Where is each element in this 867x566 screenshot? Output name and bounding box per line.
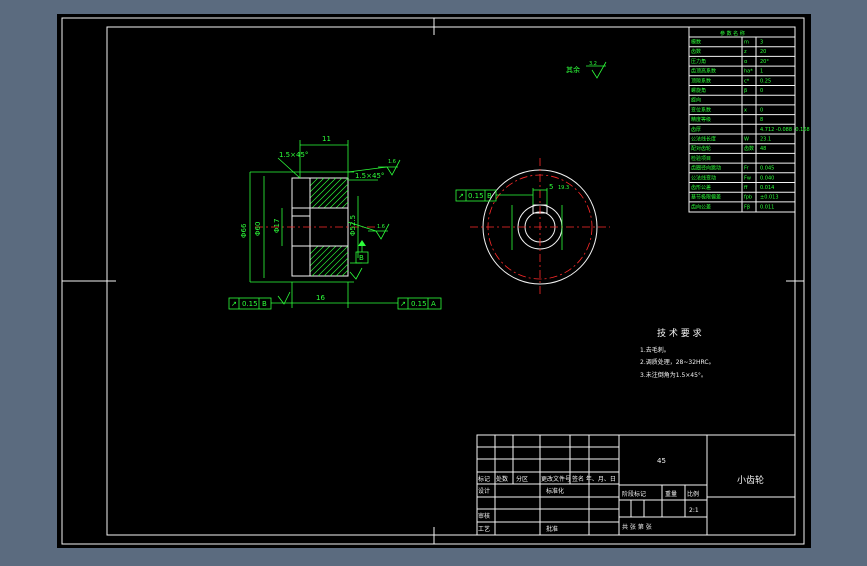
param-name: 精度等级 <box>691 116 711 123</box>
tb-stage-mark: 阶段标记 <box>622 490 646 498</box>
drawing-title: 小齿轮 <box>737 474 764 486</box>
tb-standard: 标准化 <box>546 487 564 495</box>
param-value: 0.25 <box>760 78 771 84</box>
root-dia-text: Φ52.5 <box>349 215 357 236</box>
keyway-text: 5 <box>549 183 553 191</box>
tol-top-value: 0.15 <box>468 192 484 200</box>
param-name: 齿向公差 <box>691 203 711 210</box>
param-value: 20 <box>760 49 766 55</box>
param-symbol: z <box>744 49 747 55</box>
param-symbol: c* <box>744 78 750 84</box>
tech-heading: 技 术 要 求 <box>657 327 702 339</box>
param-value: 0.040 <box>760 175 774 181</box>
tb-change-no: 更改文件号 <box>541 475 571 483</box>
drawing-sheet <box>57 14 811 548</box>
param-symbol: m <box>744 40 749 46</box>
param-symbol: x <box>744 107 747 113</box>
tb-approve: 批准 <box>546 525 558 533</box>
tol-left-ref: B <box>262 300 267 308</box>
tol-top-symbol: ↗ <box>458 192 464 200</box>
tb-count: 处数 <box>496 475 508 483</box>
bore-dia-text: Φ17 <box>273 219 281 233</box>
param-symbol: fpb <box>744 195 752 201</box>
param-name: 变位系数 <box>691 106 711 113</box>
param-name: 齿数 <box>691 48 701 55</box>
tol-top-ref: B <box>487 192 492 200</box>
param-name: 公法线变动 <box>691 174 716 181</box>
param-value: 23.1 <box>760 137 771 143</box>
tol-right-ref: A <box>431 300 436 308</box>
param-name: 检验项目 <box>691 155 711 162</box>
tb-zone: 分区 <box>516 475 528 483</box>
param-name: 螺旋角 <box>691 87 706 94</box>
param-name: 公法线长度 <box>691 136 716 143</box>
drawing-canvas: 11 1.5×45° 1.5×45° 1.6 1.6 Φ66 Φ60 Φ17 Φ… <box>0 0 867 562</box>
param-value: 4.712 -0.088 -0.168 <box>760 127 810 133</box>
param-value: 0.045 <box>760 166 774 172</box>
tb-sign-date: 签名 年、月、日 <box>572 475 616 483</box>
param-value: 1 <box>760 69 763 75</box>
tb-designer: 设计 <box>478 487 490 495</box>
tb-scale-value: 2:1 <box>689 507 699 514</box>
datum-b-label: B <box>359 254 364 262</box>
param-name: 配对齿轮 <box>691 145 711 152</box>
hub-len-text: 16 <box>316 294 325 302</box>
tol-right-symbol: ↗ <box>400 300 406 308</box>
chamfer-note-2: 1.5×45° <box>355 172 384 180</box>
tb-review: 审核 <box>478 512 490 520</box>
tech-item-2: 2.调质处理，28~32HRC。 <box>640 358 715 366</box>
roughness-note-value: 3.2 <box>589 61 597 67</box>
param-value: 0 <box>760 88 763 94</box>
tol-right-value: 0.15 <box>411 300 427 308</box>
param-symbol: β <box>744 88 747 94</box>
param-symbol: W <box>744 137 749 143</box>
param-name: 齿形公差 <box>691 184 711 191</box>
tech-item-1: 1.去毛刺。 <box>640 346 670 354</box>
param-value: 0.011 <box>760 204 774 210</box>
roughness-value-1: 1.6 <box>388 159 396 165</box>
param-name: 顶隙系数 <box>691 77 711 84</box>
param-symbol: Fw <box>744 175 751 181</box>
param-value: ±0.013 <box>760 195 779 201</box>
tb-scale-label: 比例 <box>687 490 699 498</box>
tb-sheets: 共 张 第 张 <box>622 523 652 531</box>
tb-material: 45 <box>657 457 666 465</box>
param-symbol: 齿数 <box>744 145 754 152</box>
param-value: 48 <box>760 146 766 152</box>
param-symbol: Fβ <box>744 204 750 210</box>
tb-mark: 标记 <box>478 475 490 483</box>
param-symbol: ha* <box>744 69 753 75</box>
chamfer-note-1: 1.5×45° <box>279 151 308 159</box>
param-value: 3 <box>760 40 763 46</box>
tip-dia-text: Φ66 <box>240 223 248 238</box>
param-name: 基节极限偏差 <box>691 194 721 201</box>
param-value: 8 <box>760 117 763 123</box>
param-name: 齿顶高系数 <box>691 68 716 75</box>
width-dim-text: 11 <box>322 135 331 143</box>
tol-left-symbol: ↗ <box>231 300 237 308</box>
param-name: 压力角 <box>691 58 706 65</box>
param-symbol: ff <box>744 185 748 191</box>
param-name: 齿厚 <box>691 127 701 133</box>
param-value: 0.014 <box>760 185 774 191</box>
param-table-header: 参 数 名 称 <box>720 30 745 37</box>
tb-weight: 重量 <box>665 490 677 498</box>
drawing-svg: 11 1.5×45° 1.5×45° 1.6 1.6 Φ66 Φ60 Φ17 Φ… <box>57 14 811 548</box>
param-value: 20° <box>760 59 769 65</box>
param-value: 0 <box>760 107 763 113</box>
param-name: 旋向 <box>691 97 701 104</box>
roughness-note-label: 其余 <box>566 65 580 74</box>
tb-process: 工艺 <box>478 525 490 533</box>
tech-item-3: 3.未注倒角为1.5×45°。 <box>640 371 707 379</box>
key-depth-text: 19.3 <box>558 185 569 191</box>
tol-left-value: 0.15 <box>242 300 258 308</box>
param-name: 模数 <box>691 39 701 46</box>
param-name: 齿圈径向跳动 <box>691 165 721 172</box>
roughness-value-2: 1.6 <box>377 224 385 230</box>
pitch-dia-text: Φ60 <box>254 222 262 236</box>
